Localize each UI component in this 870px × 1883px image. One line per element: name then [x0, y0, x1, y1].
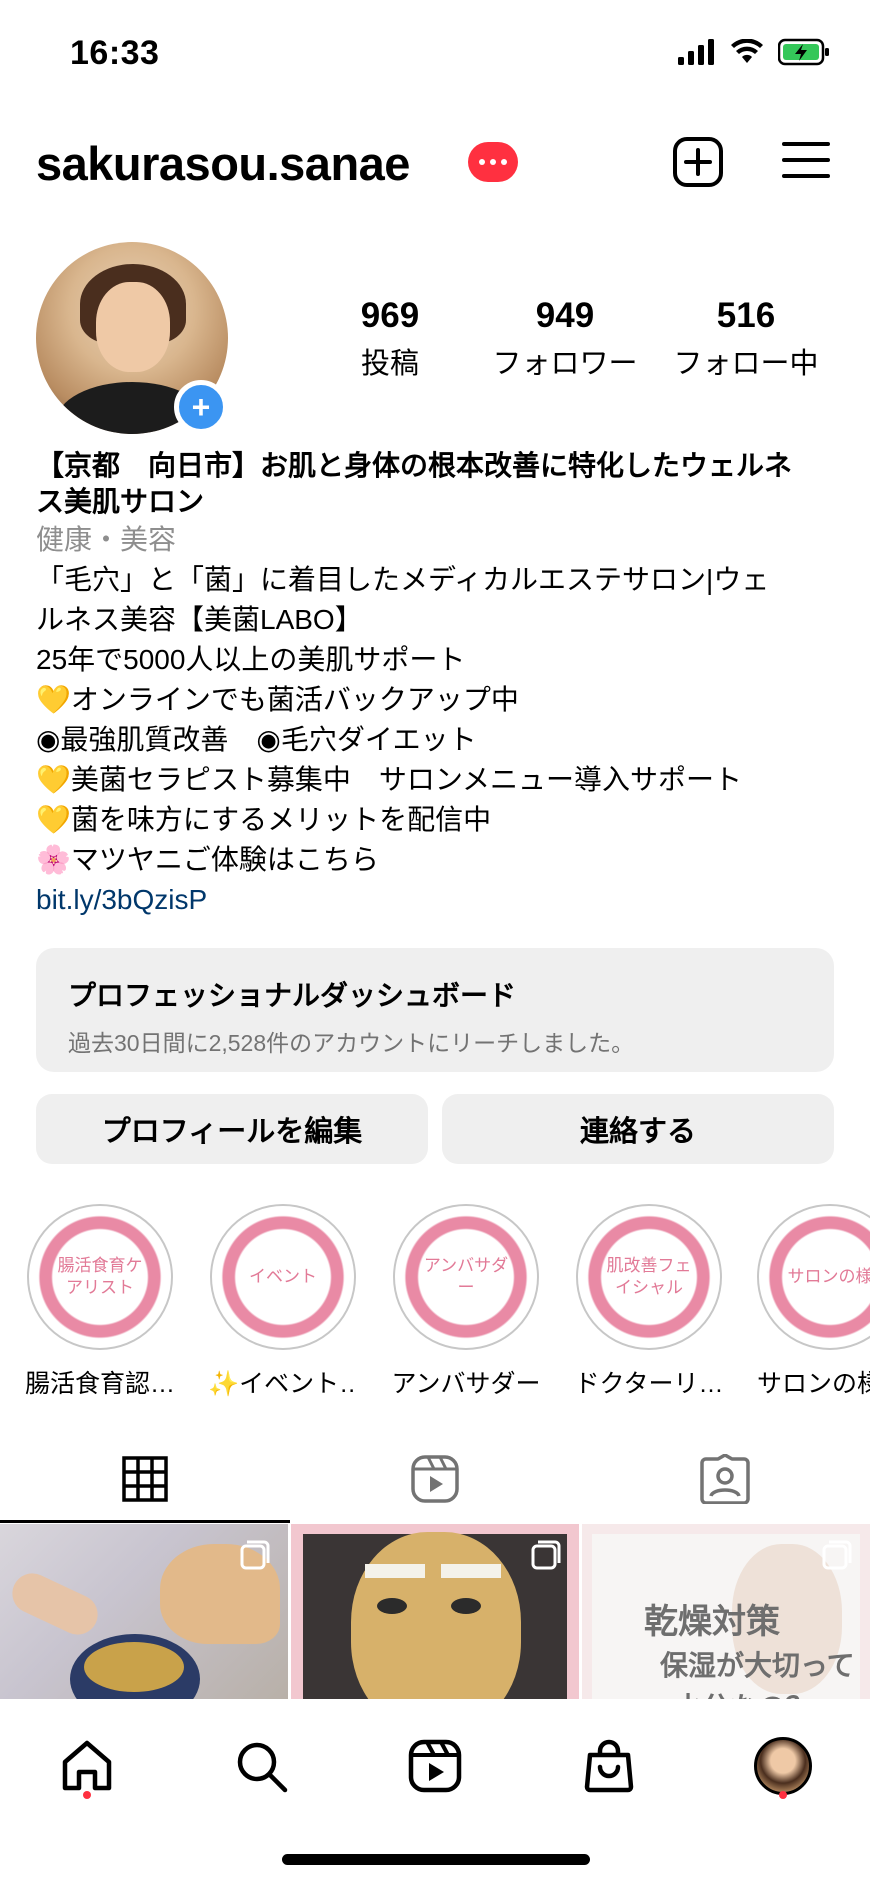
stat-following[interactable]: 516 フォロー中: [668, 296, 824, 382]
highlight-cover-text: 腸活食育ケアリスト: [57, 1256, 143, 1297]
story-highlight[interactable]: アンバサダー アンバサダー: [391, 1204, 541, 1400]
add-story-icon[interactable]: +: [174, 380, 228, 434]
profile-name-line-2: ス美肌サロン: [36, 486, 205, 517]
highlight-cover-text: アンバサダー: [423, 1256, 509, 1297]
stat-followers[interactable]: 949 フォロワー: [490, 296, 640, 382]
bio-link[interactable]: bit.ly/3bQzisP: [36, 880, 836, 920]
post-text: 水分なの？: [674, 1686, 814, 1699]
tab-active-indicator: [0, 1520, 290, 1523]
nav-search[interactable]: [226, 1731, 296, 1801]
signal-icon: [678, 39, 714, 65]
home-icon: [62, 1740, 112, 1791]
grid-post[interactable]: 乾燥対策 保湿が大切って 水分なの？: [582, 1524, 870, 1699]
bio-line: ルネス美容【美菌LABO】: [36, 604, 363, 635]
dashboard-subtitle: 過去30日間に2,528件のアカウントにリーチしました。: [68, 1030, 635, 1056]
bio-line: 💛菌を味方にするメリットを配信中: [36, 804, 492, 835]
stat-posts[interactable]: 969 投稿: [340, 296, 440, 382]
stat-label: フォロー中: [673, 348, 819, 380]
bio-line: 💛オンラインでも菌活バックアップ中: [36, 684, 519, 715]
status-icons: [678, 38, 830, 66]
highlight-cover: 腸活食育ケアリスト: [27, 1204, 173, 1350]
bio-line: 💛美菌セラピスト募集中 サロンメニュー導入サポート: [36, 764, 743, 795]
tab-reels[interactable]: [290, 1434, 580, 1524]
nav-reels[interactable]: [400, 1731, 470, 1801]
grid-post[interactable]: [0, 1524, 288, 1699]
stat-value: 969: [360, 296, 420, 335]
bio-line: 🌸マツヤニご体験はこちら: [36, 844, 379, 875]
multi-post-icon: [240, 1540, 270, 1570]
status-bar: 16:33: [0, 0, 870, 110]
profile-tabs: [0, 1434, 870, 1524]
contact-button[interactable]: 連絡する: [442, 1094, 834, 1164]
wifi-icon: [731, 39, 763, 63]
stat-value: 516: [716, 296, 776, 335]
multi-post-icon: [822, 1540, 852, 1570]
highlight-label: サロンの様: [757, 1370, 870, 1398]
menu-icon[interactable]: [782, 140, 830, 180]
tab-posts-grid[interactable]: [0, 1434, 290, 1524]
tagged-icon: [700, 1454, 750, 1504]
edit-profile-button[interactable]: プロフィールを編集: [36, 1094, 428, 1164]
highlight-cover: 肌改善フェイシャル: [576, 1204, 722, 1350]
story-highlight[interactable]: 肌改善フェイシャル ドクターリ…: [574, 1204, 724, 1400]
grid-post[interactable]: [291, 1524, 579, 1699]
highlight-label: ドクターリ…: [574, 1370, 724, 1398]
profile-avatar: [754, 1737, 812, 1795]
story-highlight[interactable]: サロンの様 サロンの様: [757, 1204, 870, 1400]
highlight-cover: イベント: [210, 1204, 356, 1350]
shop-icon: [584, 1739, 634, 1793]
bio-line: 「毛穴」と「菌」に着目したメディカルエステサロン|ウェ: [36, 564, 770, 595]
reels-icon: [411, 1455, 459, 1503]
bio: 【京都 向日市】お肌と身体の根本改善に特化したウェルネ ス美肌サロン 健康・美容…: [36, 448, 836, 920]
multi-post-icon: [531, 1540, 561, 1570]
nav-shop[interactable]: [574, 1731, 644, 1801]
status-time: 16:33: [70, 34, 160, 72]
highlight-cover-text: イベント: [249, 1267, 317, 1286]
stat-label: 投稿: [360, 348, 419, 380]
stat-value: 949: [535, 296, 595, 335]
add-post-icon[interactable]: [672, 136, 724, 188]
notification-badge[interactable]: [468, 142, 518, 182]
profile-category[interactable]: 健康・美容: [36, 520, 836, 560]
grid-icon: [122, 1456, 168, 1502]
posts-grid: 乾燥対策 保湿が大切って 水分なの？: [0, 1524, 870, 1699]
post-text: 保湿が大切って: [660, 1650, 855, 1681]
stat-label: フォロワー: [492, 348, 638, 380]
profile-header: sakurasou.sanae: [0, 130, 870, 200]
bio-line: 25年で5000人以上の美肌サポート: [36, 644, 466, 675]
notification-dot: [779, 1791, 787, 1799]
search-icon: [237, 1742, 288, 1793]
story-highlight[interactable]: イベント ✨イベント…: [208, 1204, 358, 1400]
username[interactable]: sakurasou.sanae: [36, 136, 410, 191]
highlight-label: ✨イベント…: [208, 1370, 358, 1398]
highlight-cover: サロンの様: [757, 1204, 870, 1350]
dashboard-title: プロフェッショナルダッシュボード: [68, 980, 517, 1011]
story-highlight[interactable]: 腸活食育ケアリスト 腸活食育認…: [25, 1204, 175, 1400]
tab-tagged[interactable]: [580, 1434, 870, 1524]
home-indicator[interactable]: [282, 1854, 590, 1865]
professional-dashboard[interactable]: プロフェッショナルダッシュボード 過去30日間に2,528件のアカウントにリーチ…: [36, 948, 834, 1072]
highlight-cover: アンバサダー: [393, 1204, 539, 1350]
notification-dot: [83, 1791, 91, 1799]
highlight-label: 腸活食育認…: [25, 1370, 175, 1398]
profile-name-line-1: 【京都 向日市】お肌と身体の根本改善に特化したウェルネ: [36, 450, 793, 481]
highlight-cover-text: サロンの様: [787, 1267, 870, 1286]
highlight-cover-text: 肌改善フェイシャル: [606, 1256, 692, 1297]
highlight-label: アンバサダー: [391, 1370, 541, 1398]
battery-charging-icon: [778, 38, 829, 66]
bio-line: ◉最強肌質改善 ◉毛穴ダイエット: [36, 724, 477, 755]
post-text: 乾燥対策: [644, 1603, 780, 1641]
reels-icon: [408, 1739, 462, 1793]
